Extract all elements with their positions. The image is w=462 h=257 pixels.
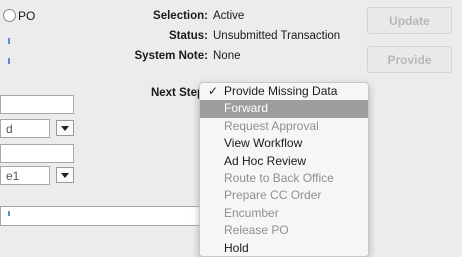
edge-marker	[8, 211, 10, 216]
system-note-label: System Note:	[134, 50, 209, 62]
system-note-value: None	[213, 50, 241, 62]
menu-item-view-workflow[interactable]: View Workflow	[200, 135, 368, 152]
select-field-2[interactable]: e1	[0, 166, 50, 185]
menu-item-forward[interactable]: Forward	[200, 100, 368, 118]
select-1-dropdown-button[interactable]	[56, 120, 74, 136]
menu-item-hold[interactable]: Hold	[200, 240, 368, 256]
update-button[interactable]: Update	[367, 7, 452, 34]
transaction-panel: PO d e1 Selection: Active Status: Unsubm…	[0, 0, 462, 257]
provide-button[interactable]: Provide	[367, 46, 452, 73]
menu-item-label: Request Approval	[224, 118, 319, 133]
select-2-dropdown-button[interactable]	[56, 167, 74, 183]
menu-item-label: Encumber	[224, 205, 279, 220]
menu-item-release-po[interactable]: Release PO	[200, 222, 368, 239]
select-field-2-value: e1	[6, 169, 20, 183]
edge-marker	[8, 58, 10, 64]
menu-item-request-approval[interactable]: Request Approval	[200, 118, 368, 135]
chevron-down-icon	[61, 172, 69, 178]
po-radio-label: PO	[18, 9, 36, 23]
po-radio[interactable]	[3, 9, 16, 22]
menu-item-encumber[interactable]: Encumber	[200, 205, 368, 222]
wide-text-field[interactable]	[0, 206, 214, 226]
menu-item-route-to-back-office[interactable]: Route to Back Office	[200, 170, 368, 187]
select-field-1[interactable]: d	[0, 119, 50, 138]
checkmark-icon: ✓	[208, 84, 219, 98]
status-label: Status:	[169, 30, 208, 42]
selection-value: Active	[213, 10, 245, 22]
next-step-menu[interactable]: ✓ Provide Missing Data Forward Request A…	[199, 82, 369, 257]
menu-item-label: Hold	[224, 240, 249, 255]
menu-item-label: Provide Missing Data	[224, 84, 338, 98]
next-step-label: Next Step	[150, 87, 204, 99]
selection-label: Selection:	[153, 10, 208, 22]
menu-item-label: Release PO	[224, 223, 289, 238]
menu-item-prepare-cc-order[interactable]: Prepare CC Order	[200, 187, 368, 204]
menu-item-ad-hoc-review[interactable]: Ad Hoc Review	[200, 153, 368, 170]
select-field-1-value: d	[6, 122, 13, 136]
chevron-down-icon	[61, 125, 69, 131]
menu-item-label: View Workflow	[224, 136, 303, 151]
menu-item-label: Ad Hoc Review	[224, 153, 307, 168]
menu-item-label: Forward	[224, 101, 269, 116]
menu-item-provide-missing-data[interactable]: ✓ Provide Missing Data	[200, 83, 368, 100]
edge-marker	[8, 38, 10, 44]
status-value: Unsubmitted Transaction	[213, 30, 341, 42]
menu-item-label: Prepare CC Order	[224, 188, 322, 203]
text-field-1[interactable]	[0, 95, 74, 114]
menu-item-label: Route to Back Office	[224, 170, 334, 185]
text-field-2[interactable]	[0, 144, 74, 163]
